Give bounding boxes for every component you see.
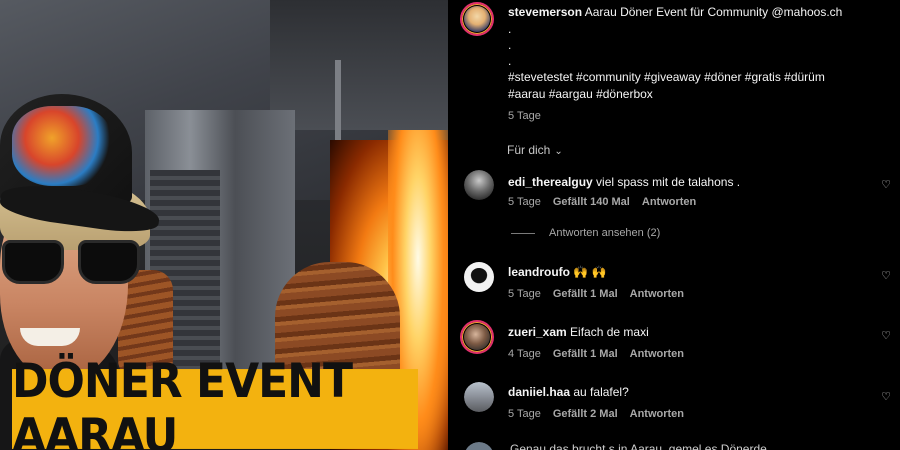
caption-hashtags-2[interactable]: #aarau #aargau #dönerbox bbox=[508, 87, 653, 101]
comment-avatar-next[interactable] bbox=[464, 442, 494, 450]
comment-avatar-edi[interactable] bbox=[464, 170, 494, 200]
comment-text-truncated: Genau das brucht s in Aarau, gemel es Dö… bbox=[510, 442, 777, 450]
kitchen-hood bbox=[270, 0, 448, 130]
reply-button[interactable]: Antworten bbox=[630, 348, 684, 360]
comment-time: 5 Tage bbox=[508, 196, 541, 208]
video-title-banner: DÖNER EVENT AARAU bbox=[12, 354, 418, 450]
comment-avatar-leandroufo[interactable] bbox=[464, 262, 494, 292]
comment-line: edi_therealguy viel spass mit de talahon… bbox=[508, 175, 740, 189]
caption-dot-1: . bbox=[508, 22, 512, 36]
comment-likes[interactable]: Gefällt 2 Mal bbox=[553, 408, 618, 420]
comment-username[interactable]: zueri_xam bbox=[508, 325, 567, 339]
comments-panel: stevemerson Aarau Döner Event für Commun… bbox=[448, 0, 900, 450]
comment-line: daniiel.haa au falafel? bbox=[508, 385, 629, 399]
comment-likes[interactable]: Gefällt 140 Mal bbox=[553, 196, 630, 208]
caption-line: stevemerson Aarau Döner Event für Commun… bbox=[508, 5, 842, 19]
heart-icon[interactable]: ♡ bbox=[880, 270, 892, 282]
caption-hashtags-1[interactable]: #stevetestet #community #giveaway #döner… bbox=[508, 70, 825, 84]
comment-line: leandroufo 🙌 🙌 bbox=[508, 265, 607, 279]
caption-username[interactable]: stevemerson bbox=[508, 5, 582, 19]
person-smile bbox=[20, 328, 80, 346]
caption-time: 5 Tage bbox=[508, 110, 541, 122]
caption-dot-3: . bbox=[508, 54, 512, 68]
comment-likes[interactable]: Gefällt 1 Mal bbox=[553, 348, 618, 360]
comment-meta: 5 Tage Gefällt 2 Mal Antworten bbox=[508, 408, 696, 420]
comment-avatar-daniiel[interactable] bbox=[464, 382, 494, 412]
comment-time: 5 Tage bbox=[508, 408, 541, 420]
heart-icon[interactable]: ♡ bbox=[880, 330, 892, 342]
comment-meta: 5 Tage Gefällt 140 Mal Antworten bbox=[508, 196, 708, 208]
comment-text: Eifach de maxi bbox=[570, 325, 649, 339]
heart-icon[interactable]: ♡ bbox=[880, 391, 892, 403]
comment-avatar-zueri[interactable] bbox=[460, 320, 494, 354]
reply-button[interactable]: Antworten bbox=[630, 288, 684, 300]
comment-username[interactable]: daniiel.haa bbox=[508, 385, 570, 399]
chevron-down-icon: ⌄ bbox=[554, 146, 563, 157]
reply-button[interactable]: Antworten bbox=[642, 196, 696, 208]
comment-username[interactable]: leandroufo bbox=[508, 265, 570, 279]
comment-meta: 5 Tage Gefällt 1 Mal Antworten bbox=[508, 288, 696, 300]
view-replies-label: Antworten ansehen (2) bbox=[549, 227, 661, 239]
comment-text: viel spass mit de talahons . bbox=[596, 175, 741, 189]
heart-icon[interactable]: ♡ bbox=[880, 179, 892, 191]
comment-time: 4 Tage bbox=[508, 348, 541, 360]
comment-line: zueri_xam Eifach de maxi bbox=[508, 325, 649, 339]
comment-time: 5 Tage bbox=[508, 288, 541, 300]
cap-artwork bbox=[12, 106, 112, 186]
post-media[interactable]: DÖNER EVENT AARAU bbox=[0, 0, 448, 450]
reply-button[interactable]: Antworten bbox=[630, 408, 684, 420]
caption-text: Aarau Döner Event für Community @mahoos.… bbox=[584, 5, 843, 19]
filter-label: Für dich bbox=[507, 143, 551, 157]
comment-meta: 4 Tage Gefällt 1 Mal Antworten bbox=[508, 348, 696, 360]
replies-divider bbox=[511, 232, 535, 234]
caption-avatar[interactable] bbox=[460, 2, 494, 36]
view-replies-button[interactable]: Antworten ansehen (2) bbox=[511, 227, 660, 239]
comment-likes[interactable]: Gefällt 1 Mal bbox=[553, 288, 618, 300]
sunglasses bbox=[0, 240, 145, 288]
caption-dot-2: . bbox=[508, 38, 512, 52]
comment-text: 🙌 🙌 bbox=[573, 265, 607, 279]
comment-username[interactable]: edi_therealguy bbox=[508, 175, 593, 189]
comment-filter-dropdown[interactable]: Für dich ⌄ bbox=[507, 143, 563, 157]
comment-text: au falafel? bbox=[573, 385, 629, 399]
